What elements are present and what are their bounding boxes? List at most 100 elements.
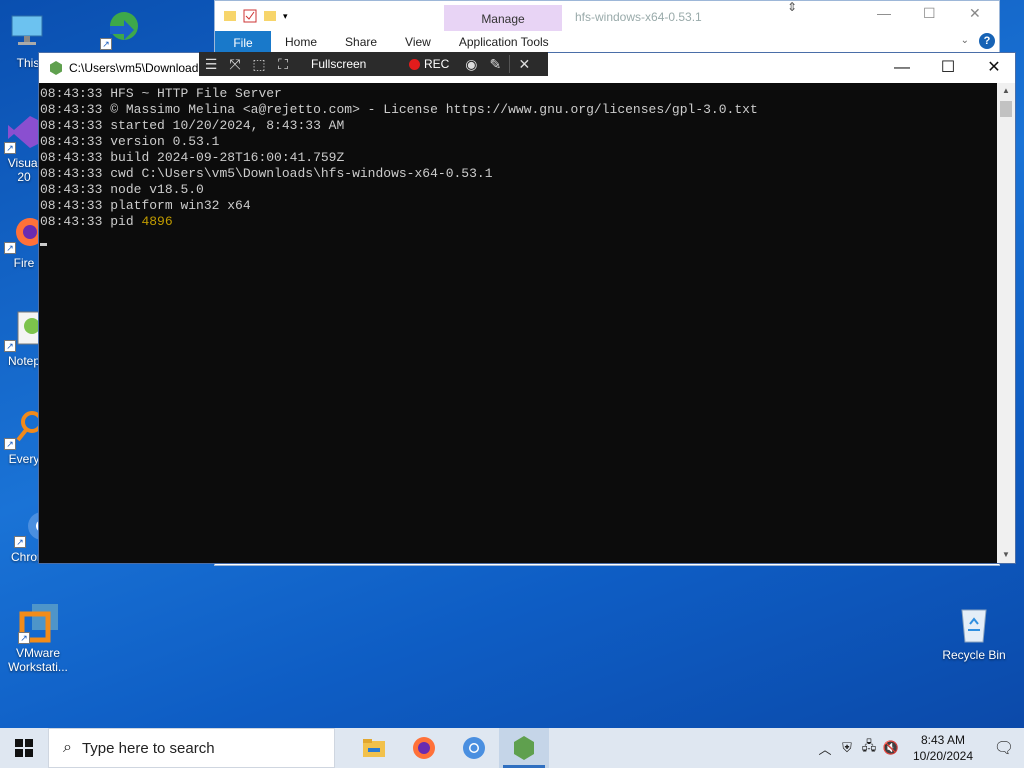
log-text: pid [110, 214, 142, 229]
security-alert-icon[interactable]: ⛨ [836, 740, 858, 756]
shortcut-arrow-icon: ↗ [14, 536, 26, 548]
globe-download-icon: ↗ [98, 6, 142, 50]
firefox-icon [413, 737, 435, 759]
log-text: © Massimo Melina <a@rejetto.com> - Licen… [110, 102, 758, 117]
log-timestamp: 08:43:33 [40, 134, 103, 149]
taskbar-app-file-explorer[interactable] [349, 728, 399, 768]
log-timestamp: 08:43:33 [40, 102, 103, 117]
desktop-icon-label: Recycle Bin [942, 648, 1006, 662]
console-line: 08:43:33 platform win32 x64 [40, 198, 997, 214]
desktop-icon-recycle-bin[interactable]: Recycle Bin [936, 602, 1012, 662]
nodejs-icon [50, 61, 62, 75]
taskbar-search-box[interactable]: ⌕ [48, 728, 335, 768]
folder-icon[interactable] [223, 9, 237, 23]
menu-icon[interactable]: ☰ [199, 56, 223, 73]
console-line: 08:43:33 node v18.5.0 [40, 182, 997, 198]
console-cursor [40, 230, 997, 251]
region-select-icon[interactable]: ⬚ [247, 56, 271, 73]
log-text: node v18.5.0 [110, 182, 204, 197]
minimize-icon[interactable]: — [877, 5, 891, 21]
tab-file[interactable]: File [215, 30, 271, 53]
volume-muted-icon[interactable]: 🔇 [880, 740, 902, 756]
console-window[interactable]: C:\Users\vm5\Download — ☐ ✕ 08:43:33 HFS… [38, 52, 1016, 564]
taskbar-app-firefox[interactable] [399, 728, 449, 768]
close-icon[interactable]: ✕ [512, 56, 536, 73]
shortcut-arrow-icon: ↗ [4, 340, 16, 352]
log-timestamp: 08:43:33 [40, 214, 103, 229]
console-line: 08:43:33 cwd C:\Users\vm5\Downloads\hfs-… [40, 166, 997, 182]
folder-icon [363, 739, 385, 757]
console-line: 08:43:33 HFS ~ HTTP File Server [40, 86, 997, 102]
toolbar-divider [509, 55, 511, 73]
maximize-icon[interactable]: ☐ [925, 53, 971, 83]
scrollbar-thumb[interactable] [1000, 101, 1012, 117]
log-timestamp: 08:43:33 [40, 118, 103, 133]
new-folder-icon[interactable] [263, 9, 277, 23]
taskbar-app-node[interactable] [499, 728, 549, 768]
scroll-up-arrow-icon[interactable]: ▲ [997, 83, 1015, 99]
desktop-icon-label: VMware Workstati... [8, 646, 68, 674]
desktop-icon-vmware[interactable]: ↗ VMware Workstati... [0, 600, 76, 674]
properties-icon[interactable] [243, 9, 257, 23]
shortcut-arrow-icon: ↗ [18, 632, 30, 644]
close-icon[interactable]: ✕ [969, 5, 981, 22]
console-line: 08:43:33 build 2024-09-28T16:00:41.759Z [40, 150, 997, 166]
maximize-icon[interactable]: ☐ [923, 5, 936, 22]
recycle-bin-icon [952, 602, 996, 646]
record-button[interactable]: REC [424, 57, 449, 71]
ribbon-expand-chevron-icon[interactable]: ⌄ [961, 35, 969, 46]
tab-share[interactable]: Share [331, 30, 391, 54]
scroll-down-arrow-icon[interactable]: ▼ [997, 547, 1015, 563]
minimize-icon[interactable]: — [879, 53, 925, 83]
shortcut-arrow-icon: ↗ [4, 142, 16, 154]
chevron-up-icon[interactable]: ︿ [814, 739, 836, 758]
camera-icon[interactable]: ◉ [459, 56, 483, 73]
taskbar-app-chromium[interactable] [449, 728, 499, 768]
shrink-icon[interactable]: ⤧ [223, 56, 247, 73]
screen-recorder-toolbar[interactable]: ☰ ⤧ ⬚ ⛶ Fullscreen REC ◉ ✎ ✕ [199, 52, 548, 76]
log-timestamp: 08:43:33 [40, 166, 103, 181]
search-icon: ⌕ [63, 739, 72, 756]
log-timestamp: 08:43:33 [40, 86, 103, 101]
tab-home[interactable]: Home [271, 30, 331, 54]
taskbar: ⌕ ︿ ⛨ 🖧 🔇 8:43 AM 10/20/2024 🗨 [0, 728, 1024, 768]
console-output[interactable]: 08:43:33 HFS ~ HTTP File Server 08:43:33 … [39, 83, 997, 563]
search-input[interactable] [81, 739, 282, 757]
tab-application-tools[interactable]: Application Tools [445, 30, 563, 54]
log-text: cwd C:\Users\vm5\Downloads\hfs-windows-x… [110, 166, 493, 181]
windows-logo-icon [15, 739, 33, 757]
tab-view[interactable]: View [391, 30, 445, 54]
explorer-window-title: hfs-windows-x64-0.53.1 [575, 10, 702, 24]
close-icon[interactable]: ✕ [971, 53, 1017, 83]
nodejs-icon [514, 736, 534, 760]
mouse-cursor-icon: ⇕ [787, 0, 798, 14]
notification-center-icon[interactable]: 🗨 [984, 738, 1024, 758]
network-icon[interactable]: 🖧 [858, 737, 880, 759]
quick-access-toolbar: ▾ [215, 9, 288, 23]
console-scrollbar[interactable]: ▲ ▼ [997, 83, 1015, 563]
console-line: 08:43:33 © Massimo Melina <a@rejetto.com… [40, 102, 997, 118]
pid-value: 4896 [141, 214, 173, 229]
help-icon[interactable]: ? [979, 33, 995, 49]
chevron-down-icon[interactable]: ▾ [283, 11, 288, 22]
explorer-ribbon-tabs: File Home Share View Application Tools ⌄… [215, 30, 999, 54]
log-text: build 2024-09-28T16:00:41.759Z [110, 150, 345, 165]
fullscreen-button[interactable]: Fullscreen [311, 57, 401, 71]
clock-time: 8:43 AM [920, 733, 966, 747]
record-dot-icon[interactable] [409, 58, 420, 70]
shortcut-arrow-icon: ↗ [100, 38, 112, 50]
crop-icon[interactable]: ⛶ [271, 56, 295, 73]
log-text: started 10/20/2024, 8:43:33 AM [110, 118, 345, 133]
desktop-icon-idm[interactable]: ↗ [82, 6, 158, 52]
log-timestamp: 08:43:33 [40, 198, 103, 213]
console-window-title: C:\Users\vm5\Download [69, 61, 199, 75]
explorer-titlebar[interactable]: ▾ Manage hfs-windows-x64-0.53.1 — ☐ ✕ [215, 1, 999, 31]
shortcut-arrow-icon: ↗ [4, 242, 16, 254]
start-button[interactable] [0, 728, 48, 768]
computer-icon [6, 10, 50, 54]
taskbar-clock[interactable]: 8:43 AM 10/20/2024 [908, 732, 978, 764]
pen-icon[interactable]: ✎ [483, 56, 507, 73]
manage-tab-header[interactable]: Manage [444, 5, 562, 31]
text-cursor-icon [40, 243, 47, 246]
log-text: platform win32 x64 [110, 198, 251, 213]
